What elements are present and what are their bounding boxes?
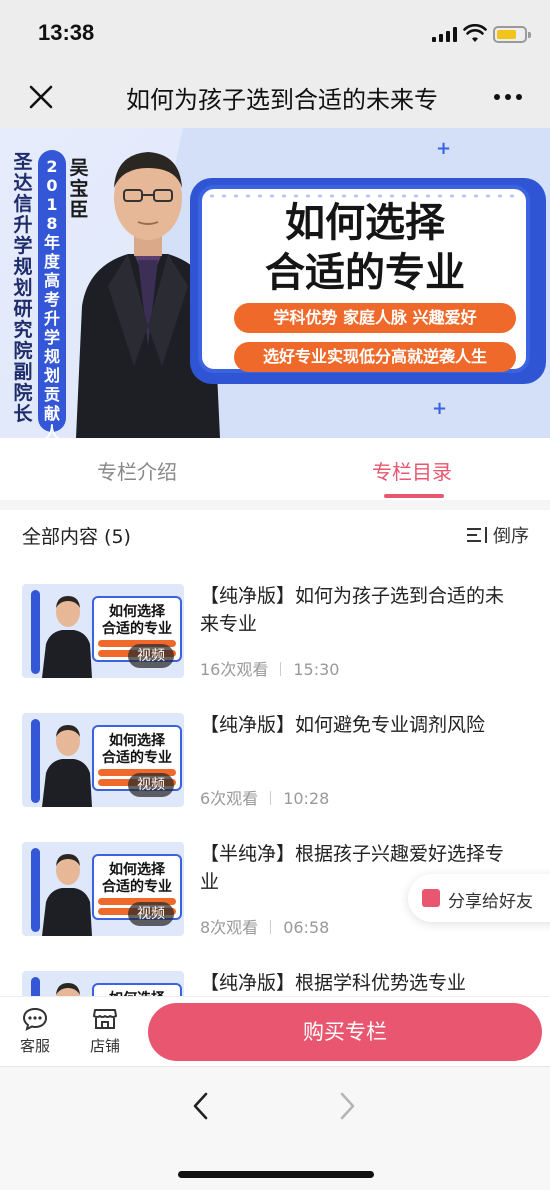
sort-label: 倒序 [493, 526, 529, 547]
page-title: 如何为孩子选到合适的未来专业 [126, 86, 438, 114]
list-item[interactable]: 如何选择 合适的专业 视频 【纯净版】如何为孩子选到合适的未来专业 16次观看 15:3… [0, 584, 550, 714]
gift-icon [422, 889, 440, 907]
tab-bar: 专栏介绍 专栏目录 [0, 438, 550, 500]
status-bar: 13:38 [0, 0, 550, 66]
browser-toolbar [0, 1066, 550, 1190]
thumbnail-title: 如何选择 合适的专业 [102, 604, 172, 637]
shop-button[interactable]: 店铺 [80, 1007, 130, 1056]
view-count: 6次观看 [200, 789, 259, 808]
share-label: 分享给好友 [448, 892, 533, 912]
headline-title: 如何选择 合适的专业 [210, 198, 520, 298]
battery-icon [493, 26, 531, 43]
headline-slogan: 选好专业实现低分高就逆袭人生 [234, 342, 516, 372]
speaker-organization: 圣达信升学规划研究院副院长 [13, 151, 33, 425]
video-badge: 视频 [128, 644, 174, 668]
thumbnail-title: 如何选择 合适的专业 [102, 733, 172, 766]
bottom-action-bar: 客服 店铺 购买专栏 [0, 996, 550, 1066]
item-title[interactable]: 【纯净版】如何避免专业调剂风险 [200, 711, 516, 739]
view-count: 8次观看 [200, 918, 259, 937]
wifi-icon [463, 24, 487, 42]
item-meta: 16次观看 15:30 [200, 656, 339, 680]
view-count: 16次观看 [200, 660, 269, 679]
speaker-thumbnail-portrait [42, 596, 92, 678]
cellular-signal-icon [432, 27, 458, 42]
tab-active-indicator [384, 494, 444, 498]
duration: 10:28 [283, 789, 330, 808]
buy-column-button[interactable]: 购买专栏 [148, 1003, 542, 1061]
more-icon[interactable] [494, 94, 524, 102]
item-meta: 6次观看 10:28 [200, 785, 329, 809]
tab-catalog[interactable]: 专栏目录 [372, 456, 452, 485]
plus-decoration-icon: + [432, 398, 448, 419]
list-count-header: 全部内容 (5) [22, 526, 131, 548]
speaker-honor: 2018年度高考升学规划贡献人物 [43, 157, 60, 461]
item-meta: 8次观看 06:58 [200, 914, 329, 938]
speaker-thumbnail-portrait [42, 725, 92, 807]
store-icon [93, 1009, 117, 1029]
headline-line-2: 合适的专业 [265, 250, 465, 296]
item-thumbnail: 如何选择 合适的专业视频 [22, 713, 184, 807]
shop-label: 店铺 [89, 1037, 120, 1055]
item-title[interactable]: 【纯净版】根据学科优势选专业 [200, 969, 516, 997]
item-thumbnail: 如何选择 合适的专业视频 [22, 842, 184, 936]
plus-decoration-icon: + [436, 138, 452, 159]
headline-tags: 学科优势 家庭人脉 兴趣爱好 [234, 303, 516, 333]
speaker-name: 吴宝臣 [69, 157, 89, 221]
service-label: 客服 [19, 1037, 50, 1055]
nav-bar: 如何为孩子选到合适的未来专业 [0, 66, 550, 128]
thumbnail-title: 如何选择 合适的专业 [102, 862, 172, 895]
sort-icon [467, 527, 489, 543]
share-button[interactable]: 分享给好友 [408, 874, 550, 922]
tab-intro[interactable]: 专栏介绍 [97, 456, 177, 485]
status-time: 13:38 [38, 20, 95, 45]
item-title[interactable]: 【纯净版】如何为孩子选到合适的未来专业 [200, 582, 516, 638]
speaker-thumbnail-portrait [42, 854, 92, 936]
item-thumbnail: 如何选择 合适的专业视频 [22, 584, 184, 678]
close-icon[interactable] [26, 82, 56, 112]
headline-line-1: 如何选择 [285, 200, 445, 246]
chat-bubble-icon [22, 1007, 48, 1031]
forward-arrow-icon[interactable] [336, 1091, 358, 1121]
home-indicator [178, 1171, 374, 1178]
video-badge: 视频 [128, 902, 174, 926]
customer-service-button[interactable]: 客服 [10, 1007, 60, 1056]
sort-button[interactable]: 倒序 [467, 522, 529, 548]
list-item[interactable]: 如何选择 合适的专业 视频 【纯净版】如何避免专业调剂风险 6次观看 10:28 [0, 713, 550, 843]
back-arrow-icon[interactable] [190, 1091, 212, 1121]
video-badge: 视频 [128, 773, 174, 797]
duration: 06:58 [283, 918, 330, 937]
duration: 15:30 [293, 660, 340, 679]
